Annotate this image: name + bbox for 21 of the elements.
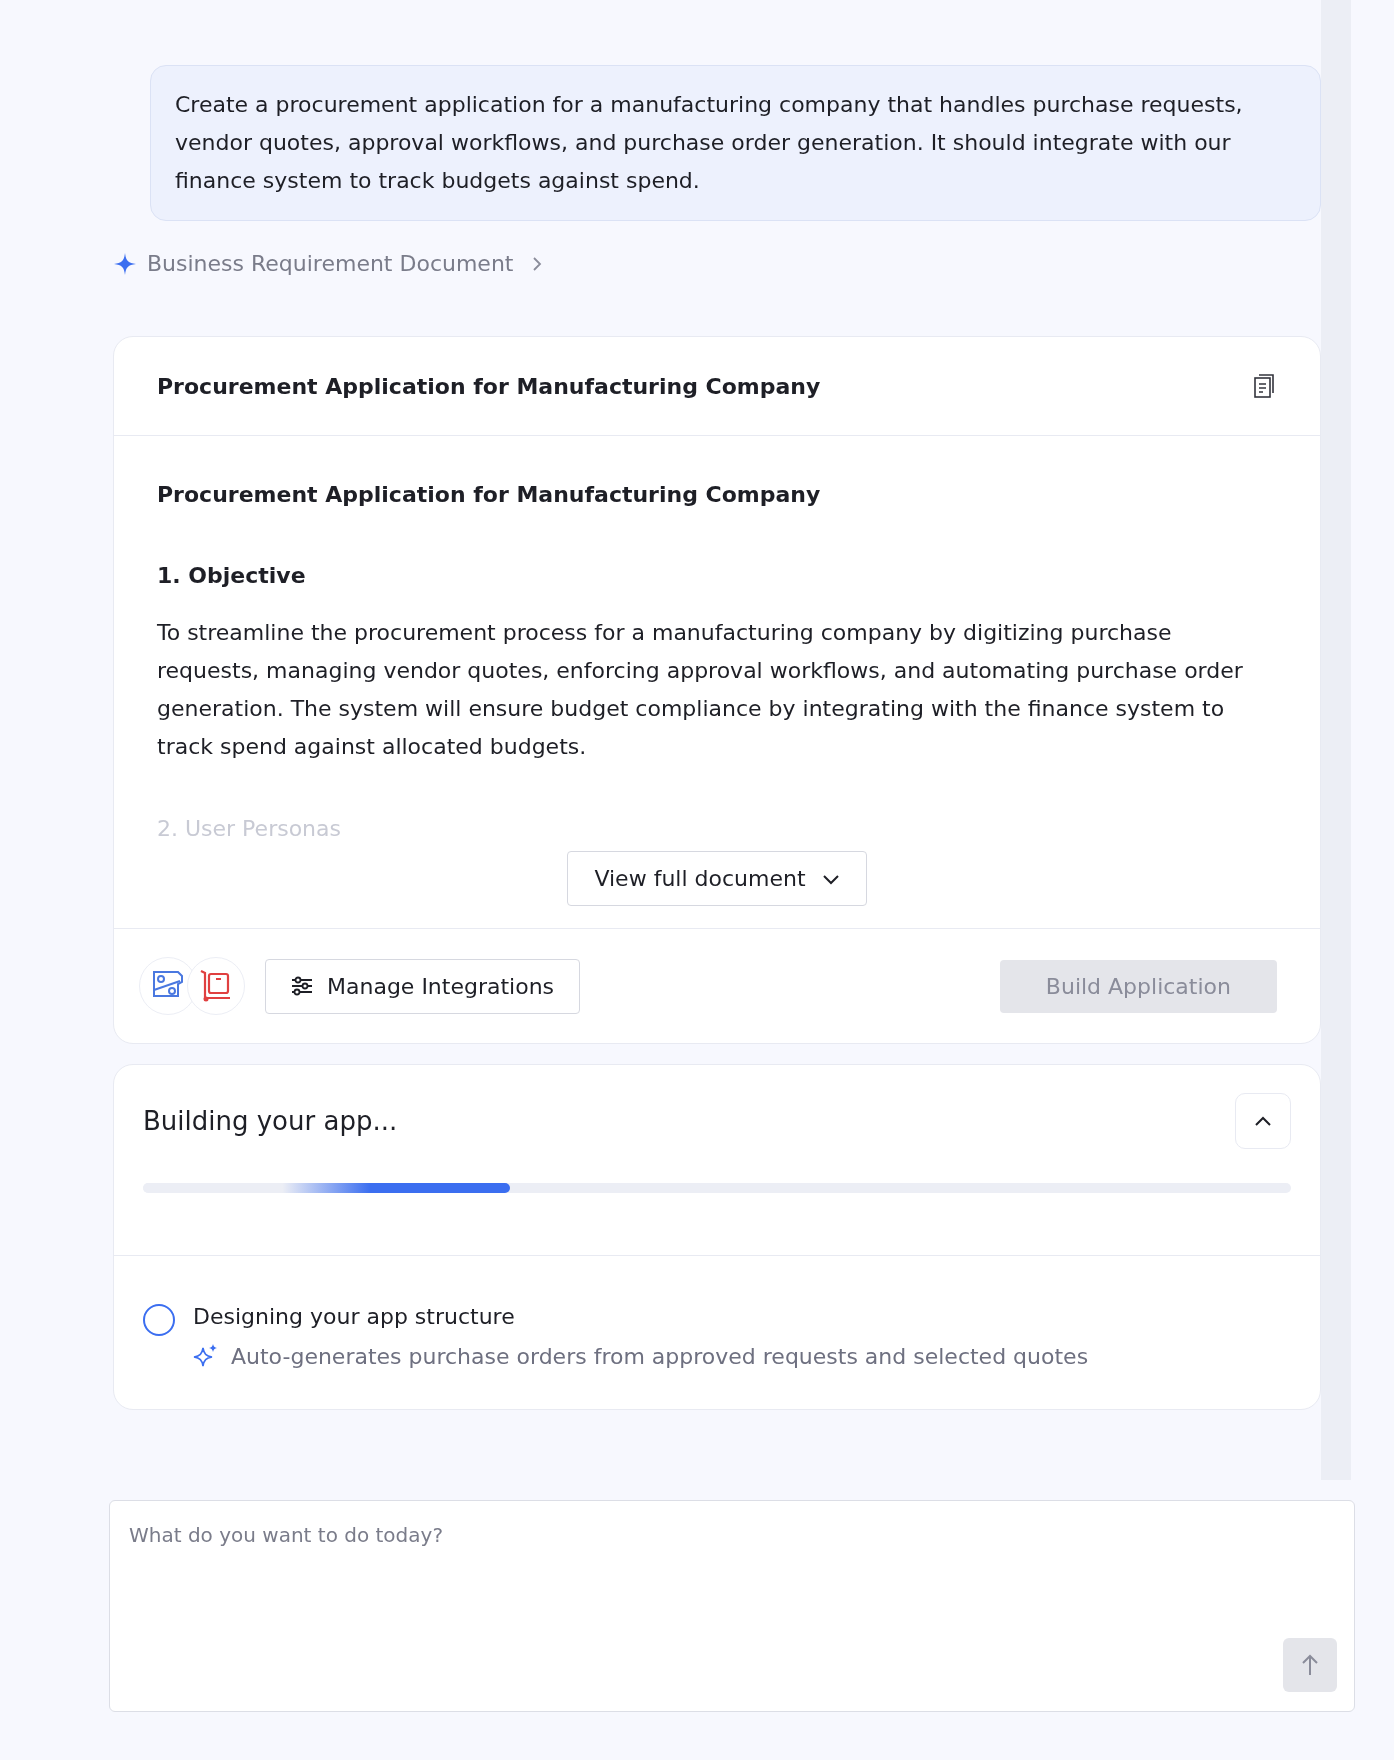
sliders-icon [291,976,313,996]
document-icon[interactable] [1252,373,1276,399]
document-title: Procurement Application for Manufacturing Company [157,373,821,399]
prompt-message: Create a procurement application for a manufacturing company that handles purchase requests, vendor quotes, approval workflows, and purchase order generation. It should integrate with our finance system to track budgets against spend. [150,65,1321,221]
document-link[interactable]: Business Requirement Document [147,251,514,276]
step-title: Designing your app structure [193,1304,516,1329]
section-paragraph: To streamline the procurement process for a manufacturing company by digitizing purchase requests, managing vendor quotes, enforcing approval workflows, and automating purchase order generation. The system will ensure budget compliance by integrating with the finance system to track spend against allocated budgets. [157,619,1244,761]
step-detail-text: Auto-generates purchase orders from approved requests and selected quotes [231,1343,1089,1369]
sparkle-icon [193,1343,219,1369]
arrow-up-icon [1300,1653,1320,1677]
chevron-right-icon [531,254,544,273]
build-status-title: Building your app... [143,1106,398,1136]
manage-integrations-button[interactable]: Manage Integrations [265,958,581,1014]
message-input-field[interactable]: What do you want to do today? [109,1500,1355,1712]
collapse-button[interactable] [1235,1093,1291,1149]
section-heading: 1. Objective [157,563,307,588]
view-full-document-button[interactable]: View full document [567,851,867,906]
chevron-down-icon [821,872,840,885]
document-heading: Procurement Application for Manufacturing Company [157,482,822,507]
send-button[interactable] [1283,1638,1337,1692]
chevron-up-icon [1254,1115,1272,1127]
